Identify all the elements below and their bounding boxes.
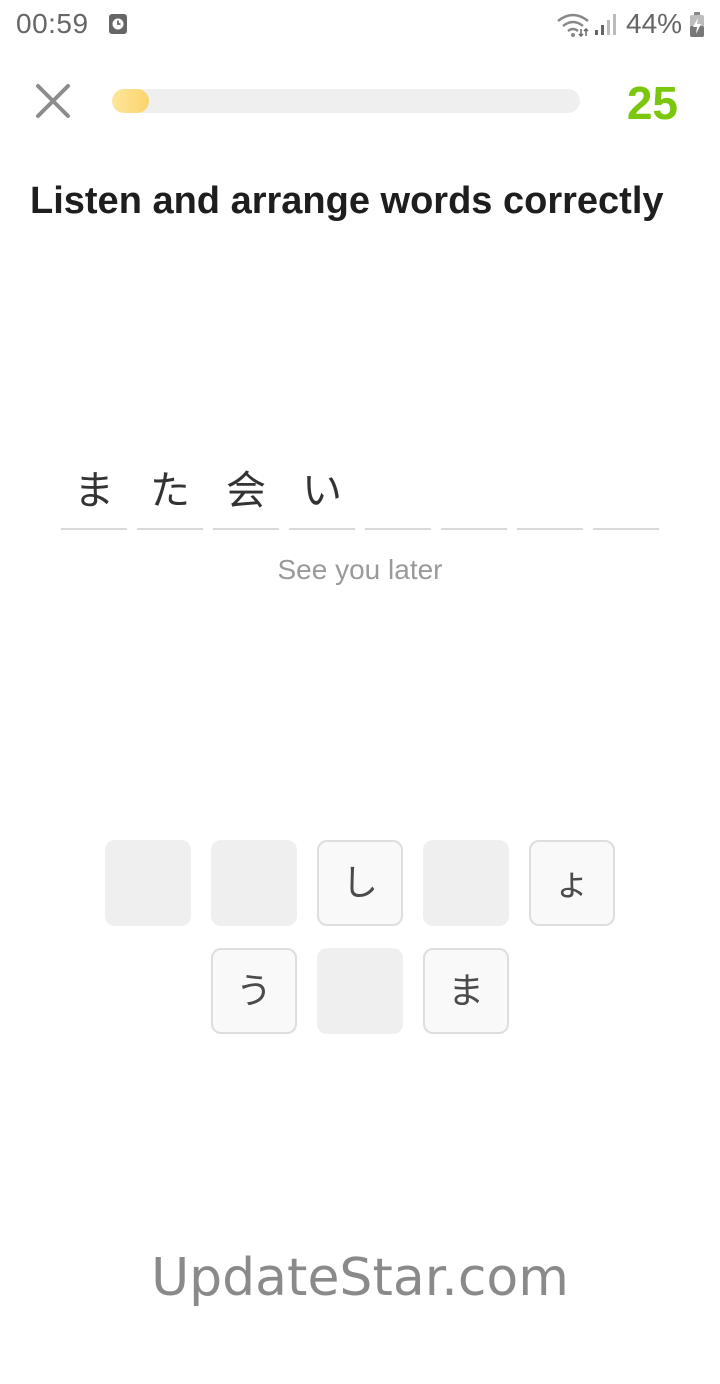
answer-slot[interactable]: 会 (213, 458, 279, 530)
watermark: UpdateStar.com (151, 1248, 569, 1308)
word-tile[interactable] (423, 840, 509, 926)
word-tile[interactable] (105, 840, 191, 926)
word-tile[interactable]: ょ (529, 840, 615, 926)
close-icon (36, 84, 70, 118)
progress-bar (112, 89, 580, 113)
status-bar: 00:59 44% (0, 0, 720, 50)
word-tile[interactable]: ま (423, 948, 509, 1034)
close-button[interactable] (32, 80, 74, 122)
page-title: Listen and arrange words correctly (30, 180, 664, 222)
signal-icon (595, 14, 616, 35)
battery-percent: 44% (626, 8, 683, 39)
answer-slot[interactable] (441, 458, 507, 530)
score-counter: 25 (626, 77, 678, 129)
answer-slot[interactable] (517, 458, 583, 530)
battery-charging-icon (690, 12, 704, 37)
word-tile[interactable] (211, 840, 297, 926)
answer-slot[interactable]: ま (61, 458, 127, 530)
answer-slot[interactable]: い (289, 458, 355, 530)
wifi-icon (557, 13, 589, 38)
word-tile[interactable]: う (211, 948, 297, 1034)
translation-hint: See you later (277, 554, 443, 585)
answer-slot[interactable] (365, 458, 431, 530)
answer-slots: ま た 会 い (61, 458, 661, 532)
word-tile[interactable]: し (317, 840, 403, 926)
answer-slot[interactable] (593, 458, 659, 530)
answer-slot[interactable]: た (137, 458, 203, 530)
status-time: 00:59 (16, 8, 89, 39)
alarm-icon (109, 14, 127, 34)
progress-fill (112, 89, 150, 113)
word-tile[interactable] (317, 948, 403, 1034)
